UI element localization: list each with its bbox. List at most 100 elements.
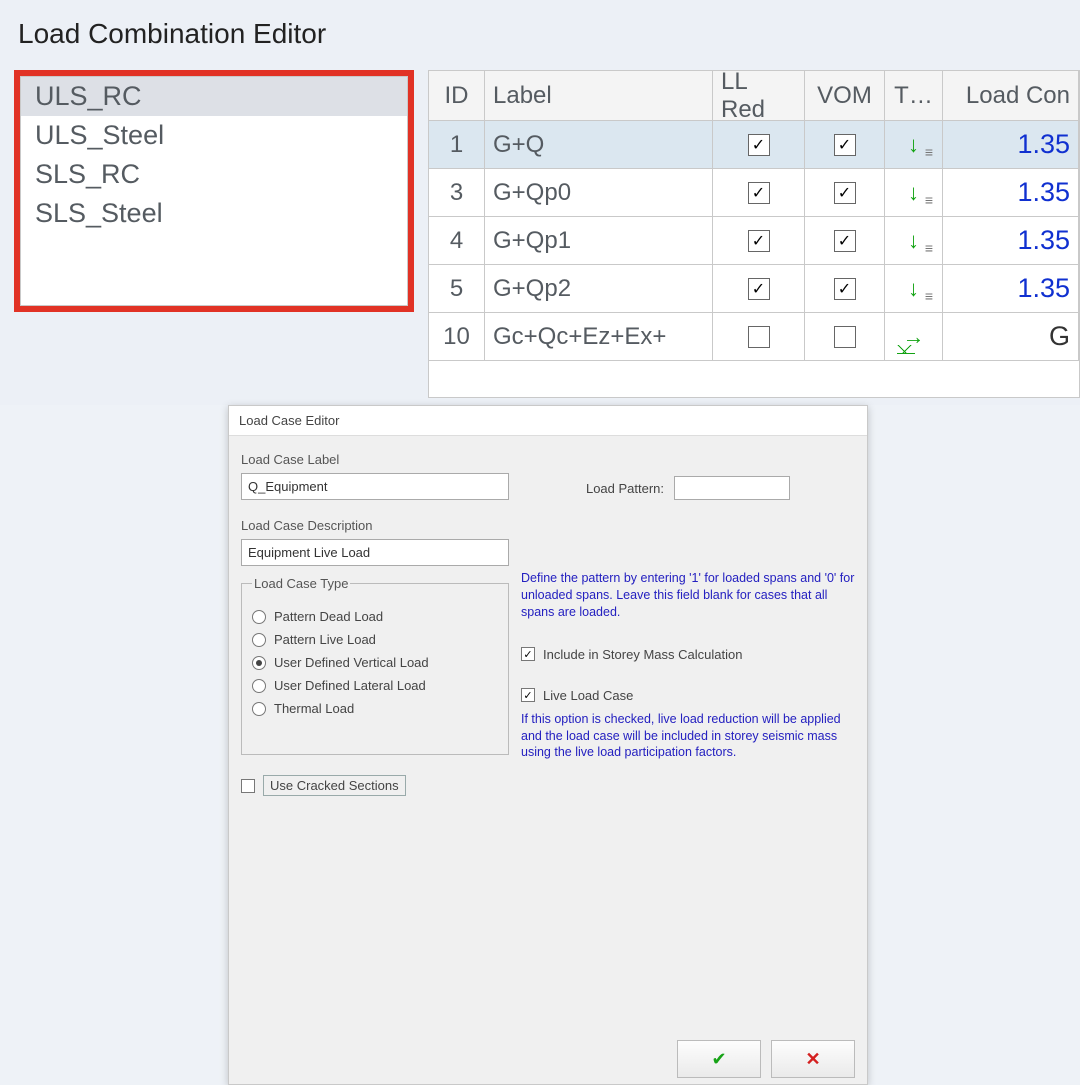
groupbox-load-case-type: Load Case Type Pattern Dead Load Pattern… <box>241 576 509 755</box>
list-item[interactable]: ULS_Steel <box>21 116 407 155</box>
radio-icon[interactable] <box>252 702 266 716</box>
cell-llred[interactable]: ✓ <box>713 265 805 313</box>
radio-icon[interactable] <box>252 633 266 647</box>
label-cracked-sections: Use Cracked Sections <box>263 775 406 796</box>
table-row[interactable]: 3G+Qp0✓✓↓1.35 <box>429 169 1079 217</box>
arrow-down-icon: ↓ <box>908 276 919 302</box>
radio-label: Pattern Dead Load <box>274 609 383 624</box>
radio-icon[interactable] <box>252 610 266 624</box>
cell-vom[interactable]: ✓ <box>805 265 885 313</box>
cell-t[interactable]: ↓ <box>885 265 943 313</box>
cell-loadcon: G <box>943 313 1079 361</box>
cell-t[interactable]: ↓ <box>885 121 943 169</box>
th-id: ID <box>429 71 485 121</box>
radio-icon[interactable] <box>252 679 266 693</box>
cell-llred[interactable]: ✓ <box>713 217 805 265</box>
checkbox-icon[interactable]: ✓ <box>834 134 856 156</box>
checkbox-cracked-sections[interactable] <box>241 779 255 793</box>
table-row[interactable]: 1G+Q ✓ ✓ ↓ 1.35 <box>429 121 1079 169</box>
checkbox-icon[interactable]: ✓ <box>748 134 770 156</box>
ok-button[interactable]: ✔ <box>677 1040 761 1078</box>
cell-t[interactable]: → <box>885 313 943 361</box>
help-load-pattern: Define the pattern by entering '1' for l… <box>521 570 855 621</box>
dialog-left-column: Load Case Label Load Case Description Lo… <box>241 448 509 804</box>
label-load-pattern: Load Pattern: <box>586 481 664 496</box>
cell-label: G+Q <box>485 121 713 169</box>
load-combination-editor-window: Load Combination Editor ULS_RCULS_SteelS… <box>0 0 1080 405</box>
label-load-case-label: Load Case Label <box>241 452 509 467</box>
input-load-case-desc[interactable] <box>241 539 509 566</box>
checkbox-icon[interactable] <box>748 326 770 348</box>
radio-label: Pattern Live Load <box>274 632 376 647</box>
list-item[interactable]: SLS_RC <box>21 155 407 194</box>
close-icon: ✕ <box>805 1050 820 1068</box>
cell-id: 4 <box>429 217 485 265</box>
list-item[interactable]: SLS_Steel <box>21 194 407 233</box>
checkbox-icon[interactable]: ✓ <box>748 278 770 300</box>
radio-row[interactable]: Thermal Load <box>252 701 498 716</box>
arrow-down-icon: ↓ <box>908 180 919 206</box>
dialog-title: Load Case Editor <box>229 406 867 436</box>
cell-t[interactable]: ↓ <box>885 217 943 265</box>
list-item[interactable]: ULS_RC <box>21 77 407 116</box>
cell-id: 1 <box>429 121 485 169</box>
cell-id: 10 <box>429 313 485 361</box>
load-case-editor-dialog: Load Case Editor Load Case Label Load Ca… <box>228 405 868 1085</box>
th-vom: VOM <box>805 71 885 121</box>
cell-vom[interactable]: ✓ <box>805 169 885 217</box>
checkbox-icon[interactable]: ✓ <box>834 182 856 204</box>
radio-label: Thermal Load <box>274 701 354 716</box>
checkbox-icon[interactable]: ✓ <box>748 182 770 204</box>
cell-loadcon: 1.35 <box>943 265 1079 313</box>
checkbox-icon[interactable]: ✓ <box>748 230 770 252</box>
cell-llred[interactable]: ✓ <box>713 169 805 217</box>
th-loadcon: Load Con <box>943 71 1079 121</box>
checkbox-icon[interactable] <box>834 326 856 348</box>
cell-vom[interactable]: ✓ <box>805 121 885 169</box>
cell-label: Gc+Qc+Ez+Ex+ <box>485 313 713 361</box>
cell-llred[interactable] <box>713 313 805 361</box>
arrow-down-icon: ↓ <box>908 132 919 158</box>
cell-llred[interactable]: ✓ <box>713 121 805 169</box>
cell-label: G+Qp1 <box>485 217 713 265</box>
cell-vom[interactable] <box>805 313 885 361</box>
th-llred: LL Red <box>713 71 805 121</box>
checkbox-live-load[interactable]: ✓ <box>521 688 535 702</box>
cell-label: G+Qp2 <box>485 265 713 313</box>
cell-loadcon: 1.35 <box>943 121 1079 169</box>
checkbox-icon[interactable]: ✓ <box>834 230 856 252</box>
label-load-case-desc: Load Case Description <box>241 518 509 533</box>
combination-list[interactable]: ULS_RCULS_SteelSLS_RCSLS_Steel <box>20 76 408 306</box>
cell-vom[interactable]: ✓ <box>805 217 885 265</box>
radio-row[interactable]: User Defined Lateral Load <box>252 678 498 693</box>
th-t: T… <box>885 71 943 121</box>
th-label: Label <box>485 71 713 121</box>
checkbox-icon[interactable]: ✓ <box>834 278 856 300</box>
radio-row[interactable]: Pattern Dead Load <box>252 609 498 624</box>
combination-list-highlight: ULS_RCULS_SteelSLS_RCSLS_Steel <box>14 70 414 312</box>
cell-loadcon: 1.35 <box>943 217 1079 265</box>
check-icon: ✔ <box>711 1050 726 1068</box>
cell-t[interactable]: ↓ <box>885 169 943 217</box>
radio-row[interactable]: User Defined Vertical Load <box>252 655 498 670</box>
input-load-case-label[interactable] <box>241 473 509 500</box>
arrow-down-icon: ↓ <box>908 228 919 254</box>
radio-icon[interactable] <box>252 656 266 670</box>
table-row[interactable]: 4G+Qp1 ✓ ✓ ↓ 1.35 <box>429 217 1079 265</box>
table-row[interactable]: 10Gc+Qc+Ez+Ex+ →G <box>429 313 1079 361</box>
window-title: Load Combination Editor <box>0 0 1080 64</box>
radio-row[interactable]: Pattern Live Load <box>252 632 498 647</box>
table-row[interactable]: 5G+Qp2 ✓ ✓ ↓ 1.35 <box>429 265 1079 313</box>
radio-label: User Defined Lateral Load <box>274 678 426 693</box>
combination-table[interactable]: ID Label LL Red VOM T… Load Con 1G+Q✓✓↓1… <box>428 70 1080 398</box>
dialog-right-column: Load Pattern: Define the pattern by ente… <box>521 448 855 804</box>
table-header: ID Label LL Red VOM T… Load Con <box>429 71 1079 121</box>
cell-id: 3 <box>429 169 485 217</box>
label-live-load: Live Load Case <box>543 688 633 703</box>
cancel-button[interactable]: ✕ <box>771 1040 855 1078</box>
cell-loadcon: 1.35 <box>943 169 1079 217</box>
checkbox-storey-mass[interactable]: ✓ <box>521 647 535 661</box>
label-storey-mass: Include in Storey Mass Calculation <box>543 647 742 662</box>
cell-id: 5 <box>429 265 485 313</box>
input-load-pattern[interactable] <box>674 476 790 500</box>
